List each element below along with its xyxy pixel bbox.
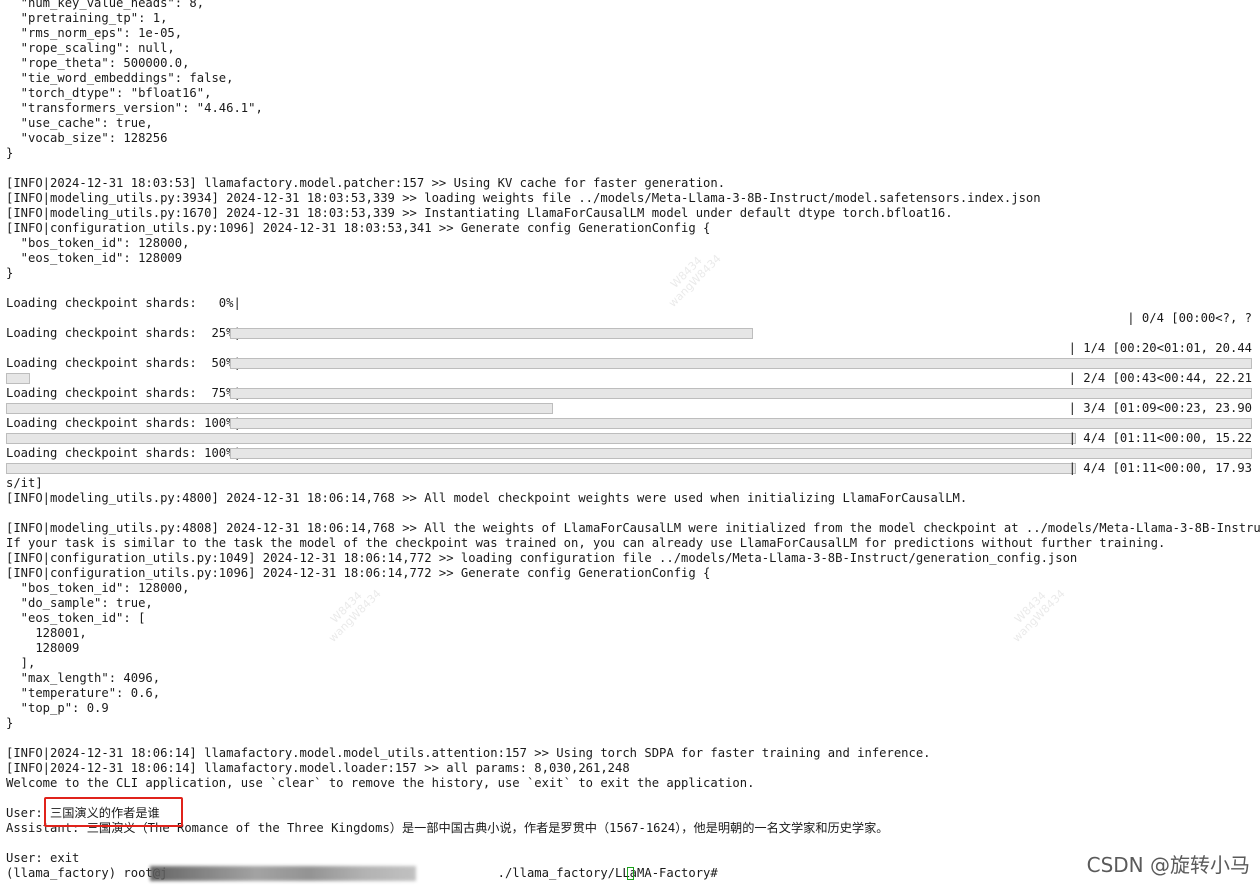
terminal-window[interactable]: "num_key_value_heads": 8, "pretraining_t…	[0, 0, 1260, 888]
terminal-line: [INFO|modeling_utils.py:1670] 2024-12-31…	[6, 206, 953, 220]
terminal-line: "top_p": 0.9	[6, 701, 109, 715]
progress-stats: | 0/4 [00:00<?, ?	[1127, 311, 1252, 325]
terminal-line: }	[6, 716, 14, 730]
terminal-line: [INFO|configuration_utils.py:1096] 2024-…	[6, 221, 711, 235]
terminal-line: Loading checkpoint shards: 0%|	[6, 296, 241, 310]
terminal-line: [INFO|2024-12-31 18:06:14] llamafactory.…	[6, 746, 931, 760]
terminal-line: "rope_scaling": null,	[6, 41, 175, 55]
terminal-line: "num_key_value_heads": 8,	[6, 0, 205, 10]
terminal-line: [INFO|configuration_utils.py:1049] 2024-…	[6, 551, 1078, 565]
terminal-line: "pretraining_tp": 1,	[6, 11, 168, 25]
terminal-line: [INFO|modeling_utils.py:4800] 2024-12-31…	[6, 491, 968, 505]
terminal-line: [INFO|modeling_utils.py:3934] 2024-12-31…	[6, 191, 1041, 205]
progress-bar-fill	[6, 373, 30, 384]
terminal-line: Welcome to the CLI application, use `cle…	[6, 776, 755, 790]
brand-watermark: CSDN @旋转小马	[1086, 853, 1250, 877]
terminal-line: "do_sample": true,	[6, 596, 153, 610]
terminal-line: "rms_norm_eps": 1e-05,	[6, 26, 183, 40]
watermark: W8434 wangW8434	[666, 252, 724, 310]
terminal-line: [INFO|2024-12-31 18:03:53] llamafactory.…	[6, 176, 726, 190]
terminal-line: "tie_word_embeddings": false,	[6, 71, 234, 85]
terminal-line: "transformers_version": "4.46.1",	[6, 101, 263, 115]
terminal-line: "bos_token_id": 128000,	[6, 581, 190, 595]
terminal-line: "rope_theta": 500000.0,	[6, 56, 190, 70]
watermark: W8434 wangW8434	[1010, 587, 1068, 645]
terminal-line: 128001,	[6, 626, 87, 640]
terminal-line: }	[6, 266, 14, 280]
terminal-line: 128009	[6, 641, 80, 655]
terminal-line: Loading checkpoint shards: 100%|	[6, 446, 241, 460]
progress-stats: | 1/4 [00:20<01:01, 20.44	[1068, 341, 1252, 355]
progress-bar-fill	[6, 463, 1076, 474]
progress-stats: | 4/4 [01:11<00:00, 15.22	[1068, 431, 1252, 445]
terminal-line: "temperature": 0.6,	[6, 686, 161, 700]
terminal-line: If your task is similar to the task the …	[6, 536, 1166, 550]
progress-bar-fill	[6, 403, 553, 414]
progress-bar-fill	[6, 433, 1076, 444]
watermark: W8434 wangW8434	[326, 587, 384, 645]
progress-stats: | 4/4 [01:11<00:00, 17.93	[1068, 461, 1252, 475]
progress-bar-fill	[230, 328, 753, 339]
terminal-line: Loading checkpoint shards: 75%|	[6, 386, 241, 400]
terminal-line: ],	[6, 656, 36, 670]
terminal-line: [INFO|configuration_utils.py:1096] 2024-…	[6, 566, 711, 580]
highlight-box	[44, 797, 183, 827]
terminal-line: "eos_token_id": 128009	[6, 251, 183, 265]
terminal-line: [INFO|2024-12-31 18:06:14] llamafactory.…	[6, 761, 630, 775]
terminal-line: "max_length": 4096,	[6, 671, 161, 685]
terminal-line: [INFO|modeling_utils.py:4808] 2024-12-31…	[6, 521, 1260, 535]
terminal-cursor	[627, 867, 634, 880]
progress-bar-fill	[230, 418, 1252, 429]
terminal-line: "eos_token_id": [	[6, 611, 146, 625]
terminal-line: User: exit	[6, 851, 80, 865]
terminal-line: Loading checkpoint shards: 25%|	[6, 326, 241, 340]
progress-bar-fill	[230, 388, 1252, 399]
terminal-line: s/it]	[6, 476, 43, 490]
redacted-hostname	[150, 866, 416, 881]
terminal-line: Loading checkpoint shards: 50%|	[6, 356, 241, 370]
terminal-line: Loading checkpoint shards: 100%|	[6, 416, 241, 430]
terminal-line: "bos_token_id": 128000,	[6, 236, 190, 250]
terminal-line: }	[6, 146, 14, 160]
progress-bar-fill	[230, 358, 1252, 369]
terminal-line: "torch_dtype": "bfloat16",	[6, 86, 212, 100]
progress-bar-fill	[230, 448, 1252, 459]
progress-stats: | 3/4 [01:09<00:23, 23.90	[1068, 401, 1252, 415]
progress-stats: | 2/4 [00:43<00:44, 22.21	[1068, 371, 1252, 385]
terminal-line: "vocab_size": 128256	[6, 131, 168, 145]
terminal-line: "use_cache": true,	[6, 116, 153, 130]
